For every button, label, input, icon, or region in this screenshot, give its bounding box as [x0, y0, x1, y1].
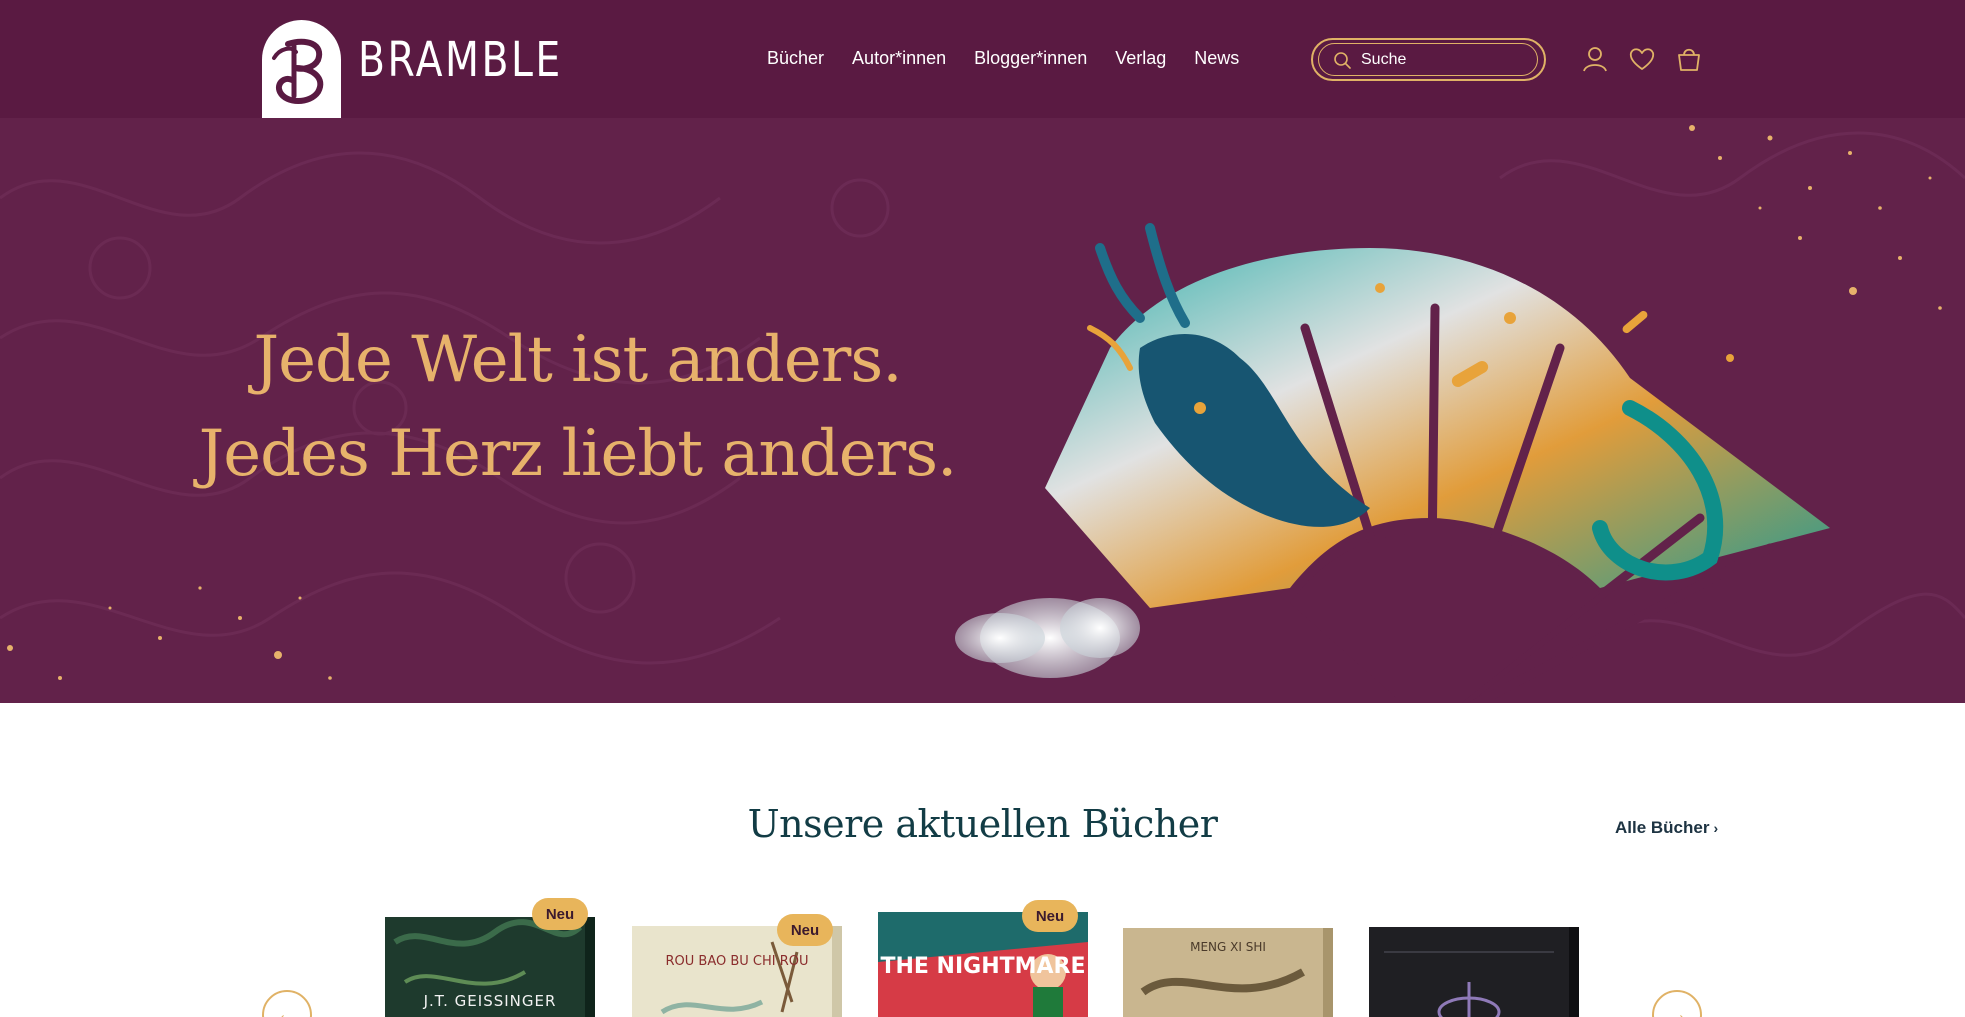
nav-item-news[interactable]: News [1194, 46, 1239, 70]
book-cover [1369, 927, 1579, 1017]
new-badge: Neu [777, 914, 833, 946]
site-header: BRAMBLE Bücher Autor*innen Blogger*innen… [0, 0, 1965, 118]
book-card[interactable]: THE NIGHTMARE Neu [878, 900, 1088, 1017]
nav-item-verlag[interactable]: Verlag [1115, 46, 1166, 70]
hero-headline: Jede Welt ist anders. Jedes Herz liebt a… [150, 313, 1005, 501]
user-icon[interactable] [1581, 45, 1609, 73]
new-badge: Neu [1022, 900, 1078, 932]
carousel-next-button[interactable]: → [1652, 990, 1702, 1017]
book-card[interactable] [1369, 912, 1579, 1017]
nav-item-autorinnen[interactable]: Autor*innen [852, 46, 946, 70]
chevron-right-icon: › [1713, 820, 1719, 836]
all-books-link[interactable]: Alle Bücher › [1615, 818, 1718, 838]
book-cover-text: MENG XI SHI [1190, 940, 1266, 954]
arrow-left-icon: ← [275, 1001, 299, 1017]
search-input[interactable] [1361, 50, 1511, 69]
section-title-current-books: Unsere aktuellen Bücher [747, 802, 1218, 846]
carousel-prev-button[interactable]: ← [262, 990, 312, 1017]
shopping-bag-icon[interactable] [1675, 45, 1703, 73]
book-cover-text: J.T. GEISSINGER [423, 992, 557, 1010]
hero-line-2: Jedes Herz liebt anders. [198, 417, 958, 491]
book-card[interactable]: J.T. GEISSINGER Neu [385, 898, 595, 1017]
book-card[interactable]: MENG XI SHI [1123, 912, 1333, 1017]
hero-line-1: Jede Welt ist anders. [253, 323, 902, 397]
search-icon[interactable] [1333, 51, 1351, 69]
new-badge: Neu [532, 898, 588, 930]
nav-item-buecher[interactable]: Bücher [767, 46, 824, 70]
all-books-label: Alle Bücher [1615, 818, 1710, 837]
book-cover [1123, 928, 1333, 1017]
heart-icon[interactable] [1628, 45, 1656, 73]
arrow-right-icon: → [1665, 1001, 1689, 1017]
main-nav: Bücher Autor*innen Blogger*innen Verlag … [767, 46, 1239, 70]
book-card[interactable]: ROU BAO BU CHI ROU Neu [632, 912, 842, 1017]
bramble-b-logo-icon [272, 38, 324, 104]
brand-name[interactable]: BRAMBLE [358, 30, 563, 90]
search-box [1311, 38, 1546, 81]
dragon-fan-illustration [955, 223, 1830, 703]
book-cover-text: ROU BAO BU CHI ROU [665, 954, 809, 969]
logo[interactable] [262, 20, 341, 118]
book-cover-text: THE NIGHTMARE [880, 954, 1086, 979]
hero-banner[interactable]: Jede Welt ist anders. Jedes Herz liebt a… [0, 118, 1965, 703]
nav-item-bloggerinnen[interactable]: Blogger*innen [974, 46, 1087, 70]
